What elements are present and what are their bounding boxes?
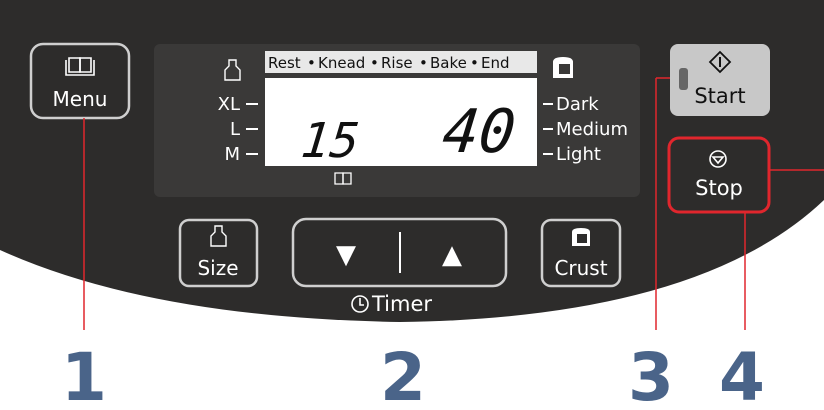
timer-up-button[interactable]: ▲ [442,240,462,270]
callout-number-3: 3 [628,339,674,410]
stop-button-label: Stop [695,176,743,200]
bread-crust-icon [572,228,590,246]
crust-level-dark: Dark [556,94,599,115]
stage-knead: Knead [318,54,365,72]
stage-separator-4: • [470,54,479,72]
start-button-label: Start [694,84,745,108]
stage-bake: Bake [430,54,467,72]
callout-number-4: 4 [719,339,765,410]
crust-button-label: Crust [554,256,607,280]
size-level-xl: XL [218,94,240,115]
timer-label: Timer [371,292,432,316]
stage-separator-2: • [370,54,379,72]
stage-end: End [481,54,510,72]
stage-rest: Rest [268,54,301,72]
timer-down-button[interactable]: ▼ [336,240,356,270]
menu-button-label: Menu [53,87,108,111]
callout-number-2: 2 [380,339,426,410]
bread-crust-icon [553,57,573,78]
size-level-m: M [224,144,240,165]
size-level-l: L [230,119,240,140]
crust-level-medium: Medium [556,119,628,140]
stage-separator-1: • [307,54,316,72]
callout-number-1: 1 [61,339,107,410]
size-button-label: Size [197,256,238,280]
start-indicator-light [679,68,688,90]
stage-rise: Rise [381,54,413,72]
crust-level-light: Light [556,144,601,165]
lcd-menu-number: 15 [298,113,362,169]
lcd-time: 40 [439,97,519,167]
stage-separator-3: • [419,54,428,72]
